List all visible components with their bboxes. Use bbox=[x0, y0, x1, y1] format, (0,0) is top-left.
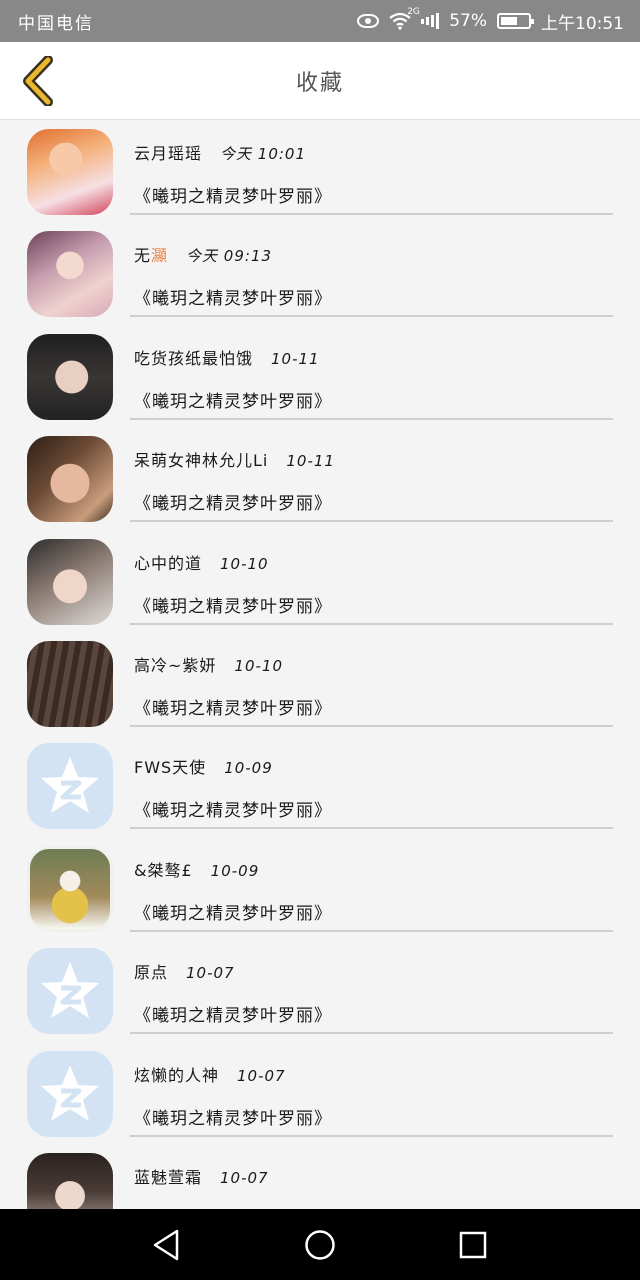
list-item-text: 心中的道 10-10 《曦玥之精灵梦叶罗丽》 bbox=[130, 530, 613, 625]
list-item[interactable]: 呆萌女神林允儿Li 10-11 《曦玥之精灵梦叶罗丽》 bbox=[0, 427, 640, 529]
user-name: 高冷~紫妍 bbox=[134, 655, 217, 675]
avatar[interactable] bbox=[27, 743, 113, 830]
book-title: 《曦玥之精灵梦叶罗丽》 bbox=[134, 1108, 332, 1129]
avatar[interactable] bbox=[27, 1152, 113, 1209]
user-name: &桀骜£ bbox=[134, 860, 193, 880]
timestamp: 10-10 bbox=[220, 554, 269, 573]
timestamp: 10-10 bbox=[234, 656, 284, 675]
avatar[interactable] bbox=[27, 231, 113, 318]
square-recents-icon bbox=[460, 1231, 487, 1258]
avatar[interactable] bbox=[27, 845, 113, 932]
avatar[interactable] bbox=[27, 333, 113, 420]
back-button[interactable] bbox=[10, 52, 66, 110]
list-item-text: 吃货孩纸最怕饿 10-11 《曦玥之精灵梦叶罗丽》 bbox=[130, 325, 613, 420]
avatar[interactable] bbox=[27, 640, 113, 727]
timestamp: 10-07 bbox=[237, 1066, 286, 1085]
list-item[interactable]: 无灦 今天 09:13 《曦玥之精灵梦叶罗丽》 bbox=[0, 222, 640, 324]
user-name: 蓝魅萱霜 bbox=[134, 1167, 203, 1187]
list-item[interactable]: 云月瑶瑶 今天 10:01 《曦玥之精灵梦叶罗丽》 bbox=[0, 120, 640, 222]
timestamp: 10-09 bbox=[210, 861, 260, 880]
book-title: 《曦玥之精灵梦叶罗丽》 bbox=[134, 903, 332, 924]
system-nav-bar bbox=[0, 1209, 640, 1280]
user-name: 心中的道 bbox=[134, 553, 203, 573]
list-item-text: 原点 10-07 《曦玥之精灵梦叶罗丽》 bbox=[130, 939, 613, 1035]
favorites-list[interactable]: 云月瑶瑶 今天 10:01 《曦玥之精灵梦叶罗丽》 无灦 今天 09:13 《曦玥之… bbox=[0, 120, 640, 1209]
star-q-icon bbox=[41, 1064, 99, 1121]
avatar[interactable] bbox=[27, 436, 113, 523]
network-type-label: 2G bbox=[407, 7, 420, 17]
triangle-back-icon bbox=[153, 1229, 178, 1260]
user-name: 原点 bbox=[134, 963, 169, 983]
book-title: 《曦玥之精灵梦叶罗丽》 bbox=[134, 698, 332, 719]
list-item-text: 高冷~紫妍 10-10 《曦玥之精灵梦叶罗丽》 bbox=[130, 632, 613, 727]
list-item[interactable]: 吃货孩纸最怕饿 10-11 《曦玥之精灵梦叶罗丽》 bbox=[0, 325, 640, 427]
list-item-text: 无灦 今天 09:13 《曦玥之精灵梦叶罗丽》 bbox=[130, 222, 613, 318]
page-title: 收藏 bbox=[295, 71, 344, 96]
status-icons: 2G 57% 上午10:51 bbox=[357, 7, 624, 34]
circle-home-icon bbox=[305, 1229, 335, 1260]
user-name: 云月瑶瑶 bbox=[134, 144, 203, 163]
user-name: FWS天使 bbox=[134, 758, 207, 778]
timestamp: 10-11 bbox=[286, 452, 335, 471]
book-title: 《曦玥之精灵梦叶罗丽》 bbox=[134, 289, 332, 310]
nav-home-button[interactable] bbox=[290, 1215, 350, 1275]
star-q-icon bbox=[41, 962, 99, 1019]
timestamp: 10-11 bbox=[271, 349, 320, 368]
list-item[interactable]: 原点 10-07 《曦玥之精灵梦叶罗丽》 bbox=[0, 939, 640, 1041]
list-item[interactable]: 心中的道 10-10 《曦玥之精灵梦叶罗丽》 bbox=[0, 530, 640, 632]
book-title: 《曦玥之精灵梦叶罗丽》 bbox=[134, 1006, 332, 1027]
app-header: 收藏 bbox=[0, 42, 640, 120]
battery-icon bbox=[497, 13, 534, 29]
list-item[interactable]: 炫懒的人神 10-07 《曦玥之精灵梦叶罗丽》 bbox=[0, 1042, 640, 1144]
avatar[interactable] bbox=[27, 538, 113, 625]
nav-back-button[interactable] bbox=[137, 1215, 197, 1275]
book-title: 《曦玥之精灵梦叶罗丽》 bbox=[134, 187, 332, 207]
user-name: 炫懒的人神 bbox=[134, 1065, 220, 1085]
signal-icon: 2G bbox=[407, 7, 440, 29]
book-title: 《曦玥之精灵梦叶罗丽》 bbox=[134, 801, 332, 822]
battery-percent: 57% bbox=[449, 11, 487, 31]
clock: 上午10:51 bbox=[541, 13, 624, 34]
list-item[interactable]: FWS天使 10-09 《曦玥之精灵梦叶罗丽》 bbox=[0, 734, 640, 836]
user-name: 吃货孩纸最怕饿 bbox=[134, 348, 254, 368]
list-item-text: 蓝魅萱霜 10-07 bbox=[130, 1144, 613, 1209]
nav-recents-button[interactable] bbox=[443, 1215, 503, 1275]
avatar[interactable] bbox=[27, 1050, 113, 1137]
avatar[interactable] bbox=[27, 129, 113, 215]
user-name: 呆萌女神林允儿Li bbox=[134, 451, 269, 471]
eye-comfort-icon bbox=[357, 14, 380, 28]
timestamp: 今天 10:01 bbox=[220, 145, 307, 163]
carrier-label: 中国电信 bbox=[18, 13, 94, 34]
chevron-left-icon bbox=[23, 56, 53, 106]
list-item[interactable]: 蓝魅萱霜 10-07 bbox=[0, 1144, 640, 1209]
list-item-text: 炫懒的人神 10-07 《曦玥之精灵梦叶罗丽》 bbox=[130, 1042, 613, 1137]
list-item-text: FWS天使 10-09 《曦玥之精灵梦叶罗丽》 bbox=[130, 734, 613, 830]
list-item-text: 呆萌女神林允儿Li 10-11 《曦玥之精灵梦叶罗丽》 bbox=[130, 427, 613, 523]
status-bar: 中国电信 2G 57% 上午10:51 bbox=[0, 0, 640, 42]
list-item-text: 云月瑶瑶 今天 10:01 《曦玥之精灵梦叶罗丽》 bbox=[130, 120, 613, 215]
book-title: 《曦玥之精灵梦叶罗丽》 bbox=[134, 391, 332, 412]
timestamp: 今天 09:13 bbox=[186, 247, 273, 266]
star-q-icon bbox=[41, 757, 99, 814]
list-item[interactable]: 高冷~紫妍 10-10 《曦玥之精灵梦叶罗丽》 bbox=[0, 632, 640, 734]
timestamp: 10-07 bbox=[186, 964, 235, 983]
timestamp: 10-09 bbox=[224, 759, 273, 778]
timestamp: 10-07 bbox=[220, 1168, 269, 1187]
list-item[interactable]: &桀骜£ 10-09 《曦玥之精灵梦叶罗丽》 bbox=[0, 837, 640, 939]
list-item-text: &桀骜£ 10-09 《曦玥之精灵梦叶罗丽》 bbox=[130, 837, 613, 932]
avatar[interactable] bbox=[27, 948, 113, 1035]
book-title: 《曦玥之精灵梦叶罗丽》 bbox=[134, 596, 332, 617]
book-title: 《曦玥之精灵梦叶罗丽》 bbox=[134, 494, 332, 515]
user-name: 无灦 bbox=[134, 246, 169, 266]
